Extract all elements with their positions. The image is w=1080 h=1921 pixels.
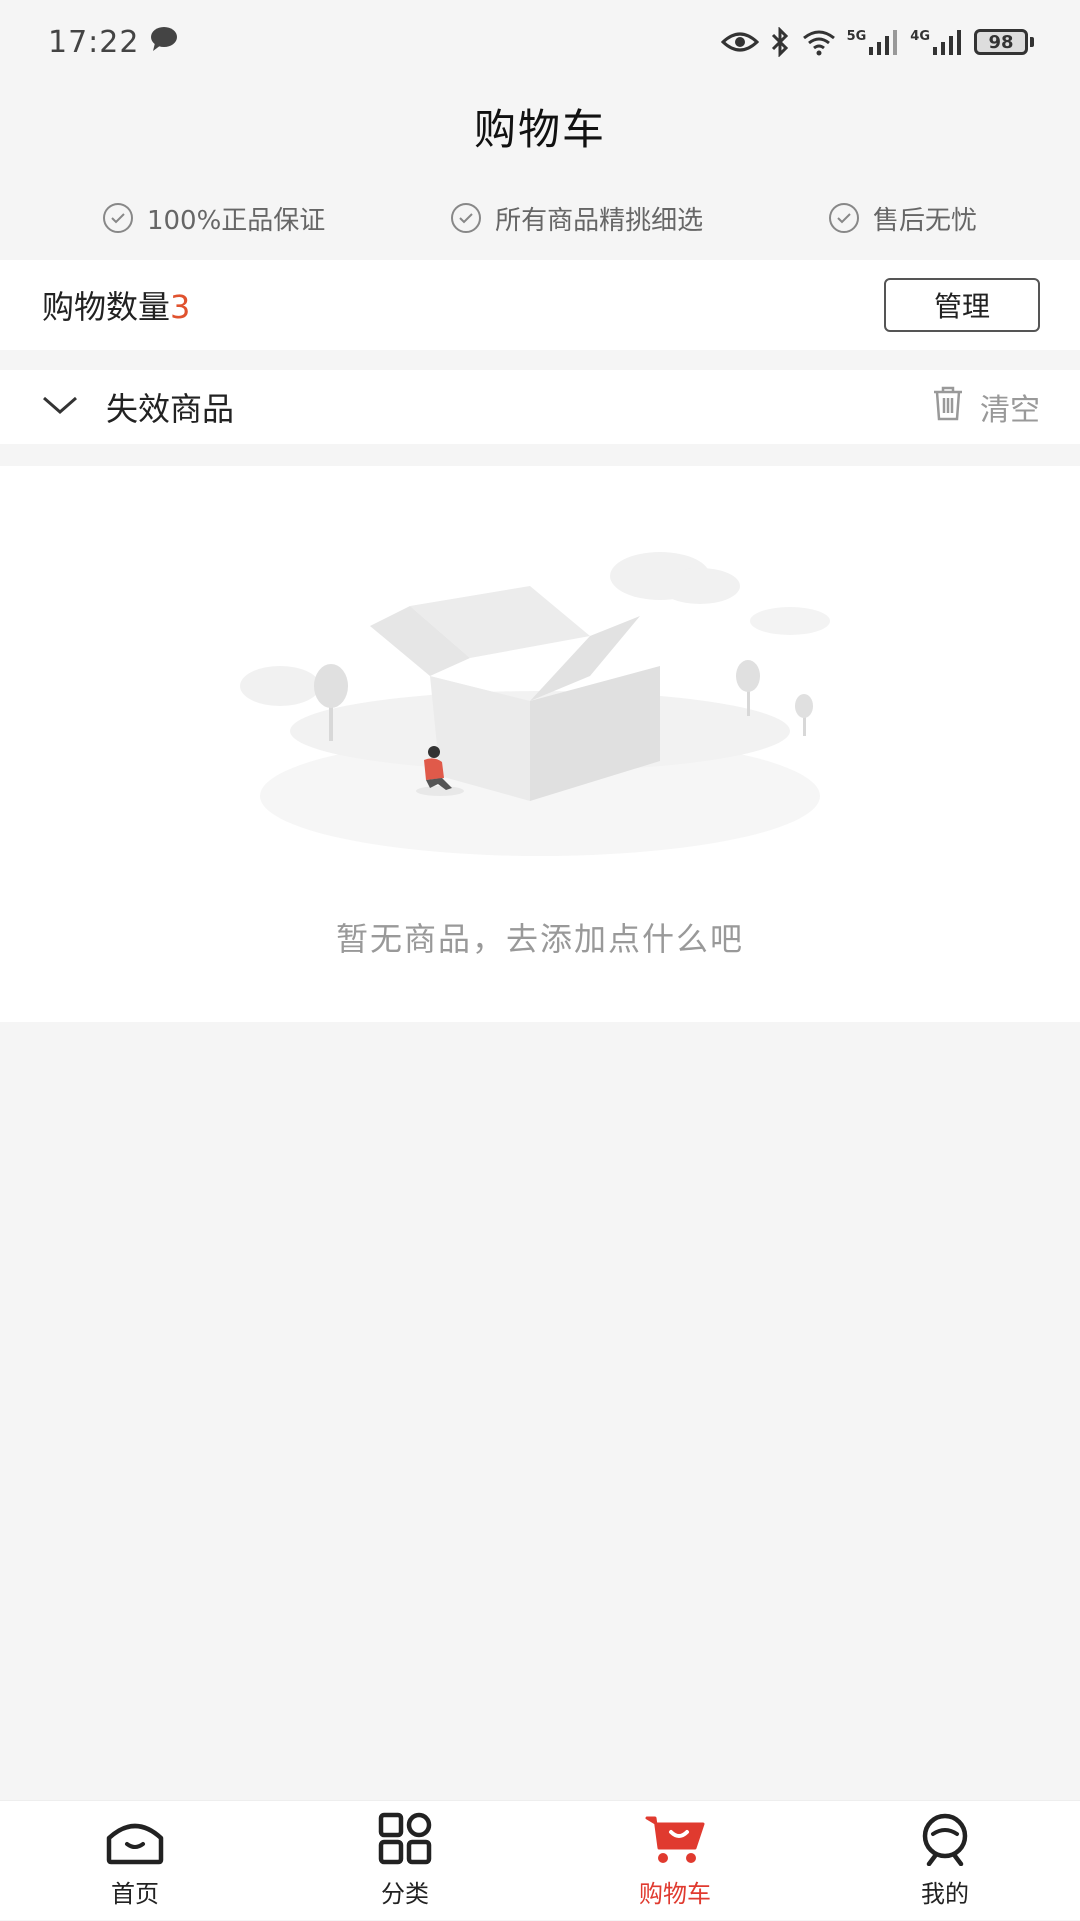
- page-title: 购物车: [473, 104, 606, 154]
- battery-tip: [1030, 37, 1034, 47]
- tab-label: 首页: [111, 1880, 159, 1908]
- bottom-tab-bar: 首页 分类 购物车 我的: [0, 1800, 1080, 1920]
- guarantee-item-curated: 所有商品精挑细选: [451, 200, 703, 237]
- guarantee-bar: 100%正品保证 所有商品精挑细选 售后无忧: [0, 178, 1080, 258]
- trash-icon: [930, 385, 966, 429]
- clear-button[interactable]: 清空: [930, 385, 1040, 429]
- battery-level: 98: [974, 29, 1028, 55]
- eye-icon: [720, 30, 759, 54]
- tab-cart[interactable]: 购物车: [540, 1801, 810, 1921]
- cart-count-row: 购物数量3 管理: [0, 260, 1080, 350]
- status-left: 17:22: [48, 25, 179, 60]
- tab-category[interactable]: 分类: [270, 1801, 540, 1921]
- tab-profile[interactable]: 我的: [810, 1801, 1080, 1921]
- chevron-down-icon[interactable]: [42, 395, 78, 419]
- status-time: 17:22: [48, 24, 140, 60]
- guarantee-label: 所有商品精挑细选: [495, 205, 704, 236]
- check-circle-icon: [451, 203, 482, 233]
- bluetooth-icon: [769, 27, 791, 57]
- manage-button[interactable]: 管理: [884, 278, 1040, 332]
- empty-state-message: 暂无商品，去添加点什么吧: [335, 920, 744, 958]
- invalid-goods-header[interactable]: 失效商品: [42, 384, 234, 430]
- network-5g-label: 5G: [846, 29, 867, 44]
- status-bar: 17:22 5G 4G 98: [0, 0, 1080, 84]
- guarantee-item-aftersales: 售后无忧: [829, 200, 977, 237]
- guarantee-label: 100%正品保证: [146, 205, 326, 236]
- category-icon: [373, 1812, 437, 1870]
- message-icon: [149, 25, 179, 60]
- cart-icon: [643, 1812, 707, 1870]
- title-bar: 购物车: [0, 84, 1080, 168]
- check-circle-icon: [102, 203, 133, 233]
- signal-5g-icon: 5G: [847, 29, 901, 55]
- home-icon: [103, 1812, 167, 1870]
- invalid-goods-row[interactable]: 失效商品 清空: [0, 370, 1080, 444]
- wifi-icon: [801, 28, 837, 56]
- guarantee-label: 售后无忧: [873, 205, 978, 236]
- clear-label: 清空: [980, 393, 1040, 428]
- profile-icon: [913, 1812, 977, 1870]
- invalid-goods-title: 失效商品: [106, 390, 235, 428]
- cart-count-label: 购物数量: [42, 288, 171, 326]
- tab-label: 分类: [381, 1880, 429, 1908]
- empty-box-illustration: [230, 526, 850, 856]
- tab-label: 购物车: [639, 1880, 711, 1908]
- empty-state-panel: 暂无商品，去添加点什么吧: [0, 466, 1080, 1022]
- signal-4g-icon: 4G: [910, 29, 964, 55]
- cart-count: 购物数量3: [42, 282, 190, 328]
- tab-label: 我的: [921, 1880, 969, 1908]
- battery-icon: 98: [974, 29, 1034, 55]
- tab-home[interactable]: 首页: [0, 1801, 270, 1921]
- guarantee-item-authentic: 100%正品保证: [102, 200, 326, 237]
- status-right: 5G 4G 98: [720, 27, 1034, 57]
- cart-count-value: 3: [170, 288, 191, 326]
- check-circle-icon: [829, 203, 860, 233]
- network-4g-label: 4G: [910, 29, 930, 44]
